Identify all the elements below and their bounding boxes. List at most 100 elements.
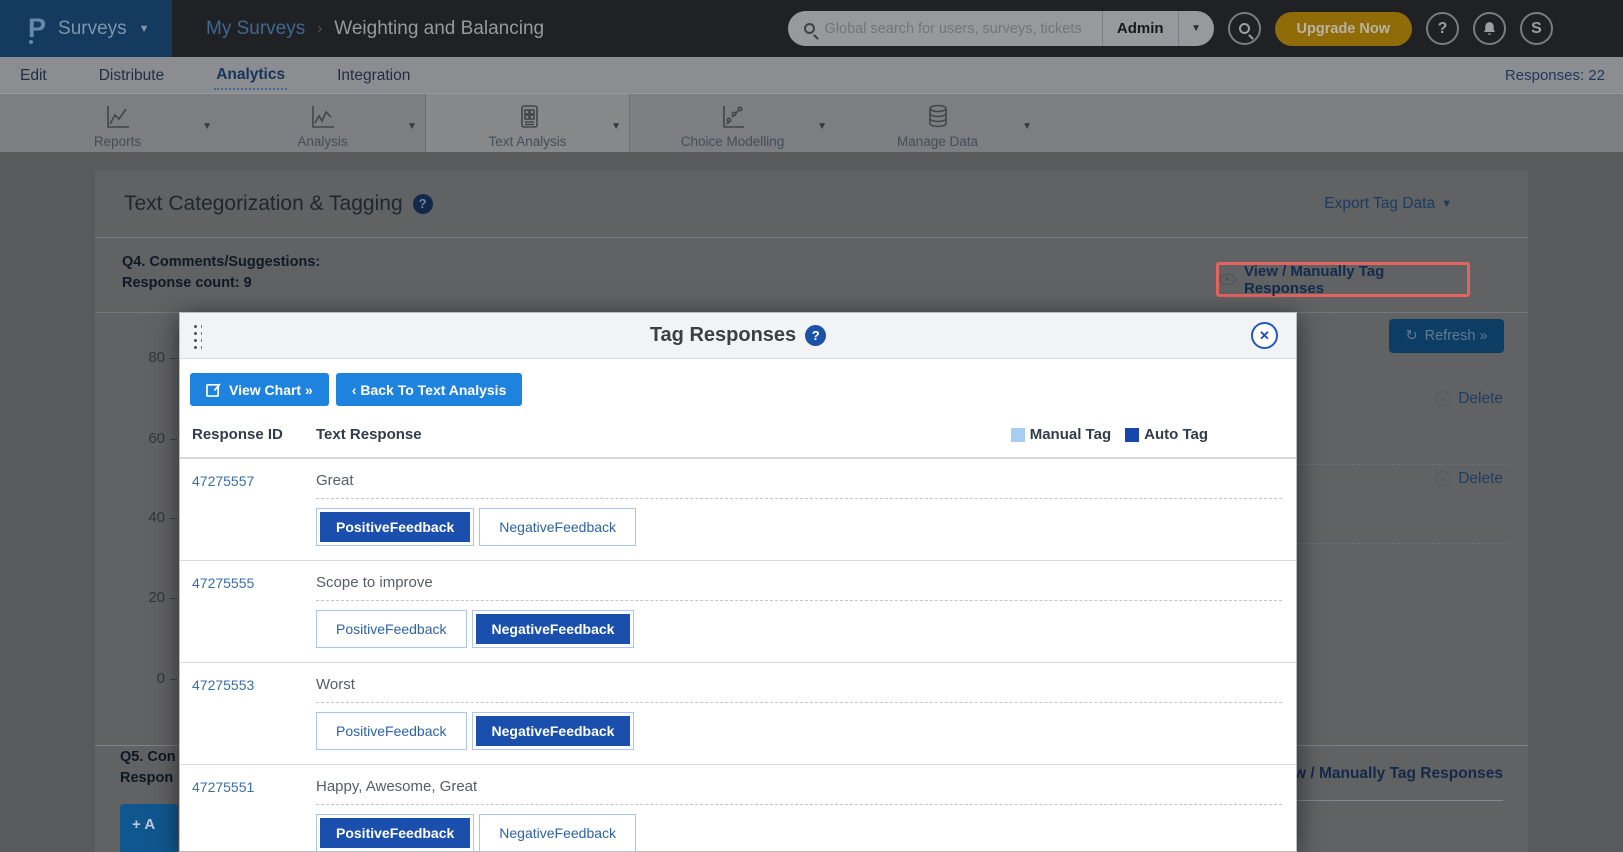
y-axis-tick: 0 bbox=[135, 670, 165, 687]
help-icon[interactable]: ? bbox=[805, 325, 826, 346]
response-id-link[interactable]: 47275553 bbox=[180, 663, 316, 764]
breadcrumb-my-surveys[interactable]: My Surveys bbox=[206, 18, 305, 40]
circle-x-icon: ✕ bbox=[1435, 391, 1451, 407]
card-header: Text Categorization & Tagging ? Export T… bbox=[95, 170, 1528, 238]
edit-chart-icon bbox=[206, 382, 221, 397]
back-to-text-analysis-button[interactable]: ‹ Back To Text Analysis bbox=[336, 373, 523, 406]
tag-button-positive[interactable]: PositiveFeedback bbox=[316, 610, 467, 648]
search-button[interactable] bbox=[1228, 12, 1261, 45]
chevron-down-icon[interactable]: ▼ bbox=[611, 121, 621, 132]
global-search[interactable]: Admin ▼ bbox=[788, 11, 1214, 46]
response-text: Worst bbox=[316, 676, 1282, 693]
modal-title: Tag Responses bbox=[650, 324, 796, 347]
analysis-chart-icon bbox=[309, 101, 337, 131]
analytics-toolbar: Reports ▼ Analysis ▼ Text Analysis ▼ Cho… bbox=[0, 93, 1623, 152]
column-response-id: Response ID bbox=[180, 426, 316, 443]
tab-integration[interactable]: Integration bbox=[335, 61, 412, 89]
search-scope-caret[interactable]: ▼ bbox=[1178, 11, 1214, 46]
chevron-down-icon[interactable]: ▼ bbox=[407, 121, 417, 132]
response-id-link[interactable]: 47275555 bbox=[180, 561, 316, 662]
product-name: Surveys bbox=[58, 18, 127, 40]
refresh-icon: ↻ bbox=[1405, 328, 1417, 344]
tag-button-negative[interactable]: NegativeFeedback bbox=[479, 814, 636, 852]
tag-button-negative[interactable]: NegativeFeedback bbox=[479, 508, 636, 546]
y-axis-tick: 20 bbox=[135, 589, 165, 606]
toolbar-item-reports[interactable]: Reports ▼ bbox=[15, 94, 220, 152]
help-icon[interactable]: ? bbox=[413, 194, 433, 214]
chevron-down-icon[interactable]: ▼ bbox=[817, 121, 827, 132]
database-icon bbox=[924, 101, 952, 131]
tag-responses-modal: Tag Responses ? ✕ View Chart » ‹ Back To… bbox=[179, 312, 1297, 852]
y-axis-tick: 40 bbox=[135, 509, 165, 526]
table-row: 47275551 Happy, Awesome, Great PositiveF… bbox=[180, 765, 1296, 852]
legend-manual-tag: Manual Tag bbox=[1011, 426, 1111, 443]
delete-tag-link[interactable]: ✕ Delete bbox=[1435, 470, 1503, 488]
tag-button-negative[interactable]: NegativeFeedback bbox=[472, 610, 635, 648]
tab-analytics[interactable]: Analytics bbox=[214, 60, 287, 90]
q5-block: Q5. Con Respon bbox=[120, 747, 176, 789]
avatar[interactable]: S bbox=[1520, 12, 1553, 45]
add-tag-button-partial[interactable]: + A bbox=[120, 804, 178, 852]
chevron-down-icon: ▼ bbox=[139, 23, 150, 35]
table-row: 47275555 Scope to improve PositiveFeedba… bbox=[180, 561, 1296, 663]
q5-response-count-partial: Respon bbox=[120, 768, 176, 789]
top-header: P Surveys ▼ My Surveys › Weighting and B… bbox=[0, 0, 1623, 57]
tag-button-positive[interactable]: PositiveFeedback bbox=[316, 814, 474, 852]
search-scope-selector[interactable]: Admin bbox=[1102, 11, 1178, 46]
proprofs-logo-icon: P bbox=[28, 15, 46, 42]
app-switcher[interactable]: P Surveys ▼ bbox=[0, 0, 172, 57]
chevron-down-icon[interactable]: ▼ bbox=[202, 121, 212, 132]
y-axis-tick: 80 bbox=[135, 349, 165, 366]
table-header: Response ID Text Response Manual Tag Aut… bbox=[180, 418, 1296, 459]
tag-legend: Manual Tag Auto Tag bbox=[1011, 426, 1208, 443]
legend-auto-tag: Auto Tag bbox=[1125, 426, 1208, 443]
tab-edit[interactable]: Edit bbox=[18, 61, 49, 89]
table-row: 47275557 Great PositiveFeedback Negative… bbox=[180, 459, 1296, 561]
scatter-chart-icon bbox=[719, 101, 747, 131]
toolbar-item-choice-modelling[interactable]: Choice Modelling ▼ bbox=[630, 94, 835, 152]
drag-handle-icon[interactable] bbox=[192, 323, 202, 349]
response-id-link[interactable]: 47275557 bbox=[180, 459, 316, 560]
column-text-response: Text Response bbox=[316, 426, 422, 443]
search-input[interactable] bbox=[825, 21, 1102, 37]
toolbar-item-text-analysis[interactable]: Text Analysis ▼ bbox=[425, 94, 630, 152]
auto-tag-swatch bbox=[1125, 428, 1139, 442]
breadcrumb-separator: › bbox=[317, 20, 322, 37]
export-tag-data-dropdown[interactable]: Export Tag Data ▼ bbox=[1324, 195, 1452, 213]
breadcrumb: My Surveys › Weighting and Balancing bbox=[206, 18, 544, 40]
y-axis-tick: 60 bbox=[135, 430, 165, 447]
response-text: Scope to improve bbox=[316, 574, 1282, 591]
toolbar-item-manage-data[interactable]: Manage Data ▼ bbox=[835, 94, 1040, 152]
tab-distribute[interactable]: Distribute bbox=[97, 61, 166, 89]
toolbar-item-analysis[interactable]: Analysis ▼ bbox=[220, 94, 425, 152]
upgrade-now-button[interactable]: Upgrade Now bbox=[1275, 12, 1412, 46]
eye-icon bbox=[1219, 274, 1236, 285]
bell-icon bbox=[1481, 20, 1498, 37]
response-text: Great bbox=[316, 472, 1282, 489]
view-manually-tag-responses-link[interactable]: View / Manually Tag Responses bbox=[1216, 262, 1470, 297]
modal-toolbar: View Chart » ‹ Back To Text Analysis bbox=[180, 359, 1296, 418]
chevron-down-icon[interactable]: ▼ bbox=[1022, 121, 1032, 132]
tag-button-positive[interactable]: PositiveFeedback bbox=[316, 508, 474, 546]
text-analysis-icon bbox=[514, 101, 542, 131]
response-id-link[interactable]: 47275551 bbox=[180, 765, 316, 852]
view-manually-tag-responses-link-q5[interactable]: iew / Manually Tag Responses bbox=[1281, 765, 1503, 783]
manual-tag-swatch bbox=[1011, 428, 1025, 442]
circle-x-icon: ✕ bbox=[1435, 471, 1451, 487]
line-chart-icon bbox=[104, 101, 132, 131]
delete-tag-link[interactable]: ✕ Delete bbox=[1435, 390, 1503, 408]
q5-question-partial: Q5. Con bbox=[120, 747, 176, 768]
view-chart-button[interactable]: View Chart » bbox=[190, 373, 329, 406]
response-text: Happy, Awesome, Great bbox=[316, 778, 1282, 795]
notifications-button[interactable] bbox=[1473, 12, 1506, 45]
breadcrumb-current: Weighting and Balancing bbox=[334, 18, 544, 40]
tag-button-positive[interactable]: PositiveFeedback bbox=[316, 712, 467, 750]
refresh-button[interactable]: ↻ Refresh » bbox=[1389, 319, 1504, 353]
table-row: 47275553 Worst PositiveFeedback Negative… bbox=[180, 663, 1296, 765]
search-icon bbox=[1239, 23, 1250, 34]
help-button[interactable]: ? bbox=[1426, 12, 1459, 45]
close-icon[interactable]: ✕ bbox=[1251, 322, 1278, 349]
page-title: Text Categorization & Tagging ? bbox=[124, 192, 433, 216]
chevron-down-icon: ▼ bbox=[1441, 198, 1452, 210]
tag-button-negative[interactable]: NegativeFeedback bbox=[472, 712, 635, 750]
